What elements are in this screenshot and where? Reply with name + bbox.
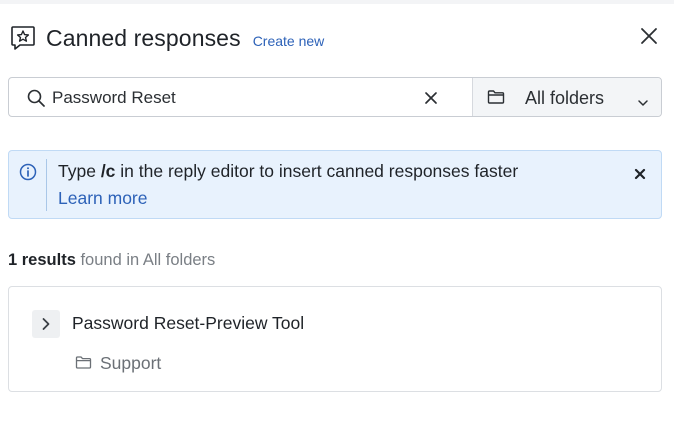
close-button[interactable]: [638, 25, 660, 47]
result-item[interactable]: Password Reset-Preview Tool Support: [8, 286, 662, 392]
panel-header: Canned responses Create new: [8, 20, 668, 56]
result-folder-name: Support: [100, 353, 162, 373]
clear-search-button[interactable]: [423, 90, 439, 106]
info-icon: [19, 163, 37, 181]
page-title: Canned responses: [46, 24, 241, 51]
results-summary: 1 results found in All folders: [8, 251, 216, 269]
shortcut-code: /c: [100, 161, 116, 181]
canned-response-star-icon: [8, 23, 38, 53]
folder-icon: [487, 89, 505, 105]
learn-more-link[interactable]: Learn more: [58, 188, 148, 209]
search-icon: [27, 89, 45, 107]
chevron-right-icon: [42, 318, 50, 330]
search-input[interactable]: [52, 87, 412, 109]
results-count: 1 results: [8, 251, 76, 269]
folder-select-value: All folders: [525, 88, 605, 108]
info-banner: Type /c in the reply editor to insert ca…: [8, 150, 662, 219]
chevron-down-icon: [637, 94, 649, 106]
folder-select[interactable]: All folders: [472, 78, 661, 116]
search-bar: All folders: [8, 77, 662, 117]
create-new-link[interactable]: Create new: [253, 33, 325, 49]
search-field-container: [9, 78, 472, 116]
folder-icon: [75, 355, 92, 370]
top-edge: [0, 0, 674, 4]
result-title[interactable]: Password Reset-Preview Tool: [72, 313, 304, 334]
clear-icon: [425, 92, 437, 104]
close-icon: [641, 28, 657, 44]
banner-divider: [46, 159, 47, 211]
close-icon: [634, 168, 646, 180]
dismiss-banner-button[interactable]: [634, 167, 646, 180]
expand-result-button[interactable]: [32, 310, 60, 338]
banner-message: Type /c in the reply editor to insert ca…: [58, 161, 519, 181]
